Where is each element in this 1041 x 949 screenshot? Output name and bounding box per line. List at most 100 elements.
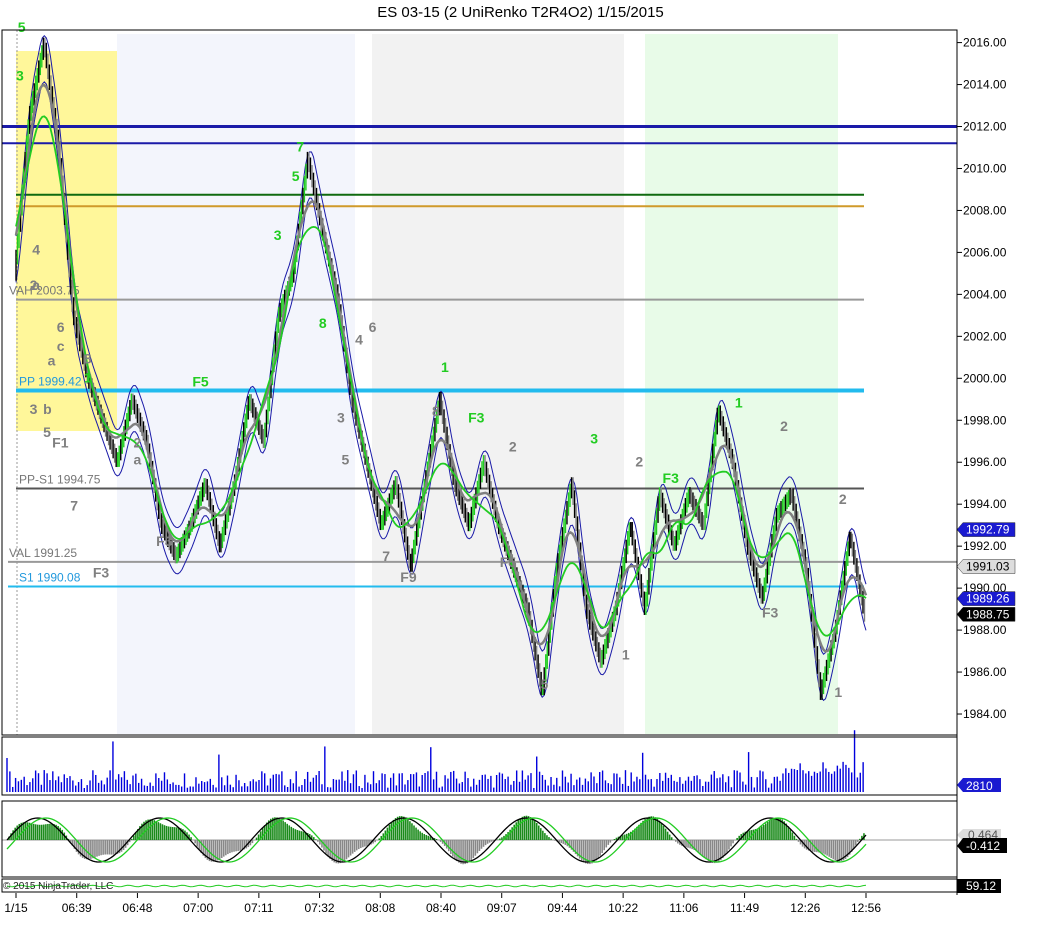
price-level-label: S1 1990.08 <box>19 570 81 584</box>
wave-label: F9 <box>400 569 417 585</box>
zone-premarket <box>117 34 355 734</box>
wave-label: F3 <box>663 470 680 486</box>
price-level-label: PP 1999.42 <box>19 374 82 388</box>
wave-label: 2 <box>780 418 788 434</box>
y-tick-label: 2000.00 <box>963 371 1007 385</box>
wave-label: F5 <box>500 554 517 570</box>
wave-label: 3 <box>274 227 282 243</box>
wave-label: 2 <box>30 277 38 293</box>
x-tick-label: 12:26 <box>790 901 820 915</box>
price-level-label: VAH 2003.75 <box>9 284 80 298</box>
x-tick-label: 12:56 <box>851 901 881 915</box>
zone-late <box>645 34 838 734</box>
y-tick-label: 1994.00 <box>963 497 1007 511</box>
wave-label: F3 <box>156 533 173 549</box>
x-tick-label: 11:06 <box>669 901 698 915</box>
x-tick-label: 10:22 <box>608 901 638 915</box>
price-box: 1989.26 <box>956 591 1016 606</box>
wave-label: 3 <box>337 409 345 425</box>
wave-label: F3 <box>762 605 779 621</box>
wave-label: F3 <box>468 409 485 425</box>
price-box: 1991.03 <box>956 559 1016 574</box>
wave-label: 2 <box>635 453 643 469</box>
session-zones <box>16 34 838 734</box>
x-tick-label: 08:08 <box>365 901 395 915</box>
oscillator-panel: 0.464-0.412 <box>2 815 1007 865</box>
chart-window: ES 03-15 (2 UniRenko T2R4O2) 1/15/2015 V… <box>0 0 1041 949</box>
y-tick-label: 2012.00 <box>963 120 1007 134</box>
x-tick-label: 11:49 <box>730 901 759 915</box>
wave-label: 2 <box>839 491 847 507</box>
x-tick-label: 08:40 <box>426 901 456 915</box>
zone-midsession <box>372 34 624 734</box>
y-tick-label: 1998.00 <box>963 413 1007 427</box>
x-tick-label: 09:07 <box>487 901 517 915</box>
y-tick-label: 2016.00 <box>963 36 1007 50</box>
x-tick-label: 07:11 <box>244 901 273 915</box>
wave-label: a <box>48 353 56 369</box>
y-tick-label: 1988.00 <box>963 623 1007 637</box>
x-tick-label: 07:00 <box>183 901 213 915</box>
wave-label: 5 <box>292 168 300 184</box>
price-box-label: 1991.03 <box>966 560 1010 574</box>
y-tick-label: 2008.00 <box>963 203 1007 217</box>
volume-value: 2810 <box>966 779 993 793</box>
volume-panel: 2810 <box>6 730 1001 793</box>
y-tick-label: 2002.00 <box>963 329 1007 343</box>
chart-canvas[interactable]: VAH 2003.75 PP 1999.42 PP-S1 1994.75 VAL 19… <box>0 0 1041 949</box>
wave-label: 1 <box>834 684 842 700</box>
wave-label: 7 <box>296 139 304 155</box>
wave-label: 3 <box>30 401 38 417</box>
wave-label: 1 <box>84 370 92 386</box>
price-level-label: VAL 1991.25 <box>9 546 77 560</box>
panel-frame <box>1 800 958 878</box>
wave-label: 5 <box>540 676 548 692</box>
price-axis[interactable]: 2016.00 2014.00 2012.00 2010.00 2008.00 2006.… <box>956 36 1016 721</box>
wave-label: 1 <box>735 395 743 411</box>
wave-label: 6 <box>369 319 377 335</box>
time-axis[interactable]: 1/15 06:39 06:48 07:00 07:11 07:32 08:08 08:40 0… <box>4 893 881 915</box>
x-tick-label: 06:48 <box>122 901 152 915</box>
wave-label: 7 <box>70 497 78 513</box>
wave-label: 4 <box>32 242 40 258</box>
wave-label: 8 <box>432 403 440 419</box>
price-level-label: PP-S1 1994.75 <box>19 472 101 486</box>
copyright-text: © 2015 NinjaTrader, LLC <box>3 881 113 892</box>
y-tick-label: 1996.00 <box>963 455 1007 469</box>
wave-label: 5 <box>342 451 350 467</box>
wave-label: F5 <box>192 374 209 390</box>
wave-label: 7 <box>382 548 390 564</box>
y-tick-label: 2010.00 <box>963 161 1007 175</box>
x-tick-label: 1/15 <box>4 901 28 915</box>
price-box-label: 1988.75 <box>966 607 1010 621</box>
wave-label: 5 <box>18 19 26 35</box>
wave-label: 6 <box>57 319 65 335</box>
wave-label: F1 <box>52 435 69 451</box>
y-tick-label: 1984.00 <box>963 707 1007 721</box>
wave-label: 4 <box>355 332 363 348</box>
y-tick-label: 2006.00 <box>963 245 1007 259</box>
x-tick-label: 06:39 <box>62 901 92 915</box>
price-box-label: 1989.26 <box>966 592 1010 606</box>
price-box: 1988.75 <box>956 607 1016 622</box>
indicator-value: 59.12 <box>966 879 996 893</box>
wave-label: 1 <box>622 646 630 662</box>
osc-value-lower: -0.412 <box>966 839 1000 853</box>
price-box-label: 1992.79 <box>966 523 1010 537</box>
wave-label: 8 <box>84 351 92 367</box>
wave-label: 3 <box>590 430 598 446</box>
wave-label: 2 <box>509 439 517 455</box>
wave-label: 8 <box>319 315 327 331</box>
wave-label: 2 <box>134 435 142 451</box>
y-tick-label: 2014.00 <box>963 78 1007 92</box>
x-tick-label: 07:32 <box>305 901 335 915</box>
wave-label: 5 <box>43 424 51 440</box>
wave-label: F3 <box>93 565 110 581</box>
wave-label: 1 <box>441 359 449 375</box>
indicator-line <box>6 884 867 888</box>
x-tick-label: 09:44 <box>547 901 577 915</box>
y-tick-label: 2004.00 <box>963 287 1007 301</box>
y-tick-label: 1992.00 <box>963 539 1007 553</box>
wave-label: c <box>57 338 65 354</box>
wave-label: b <box>43 401 52 417</box>
